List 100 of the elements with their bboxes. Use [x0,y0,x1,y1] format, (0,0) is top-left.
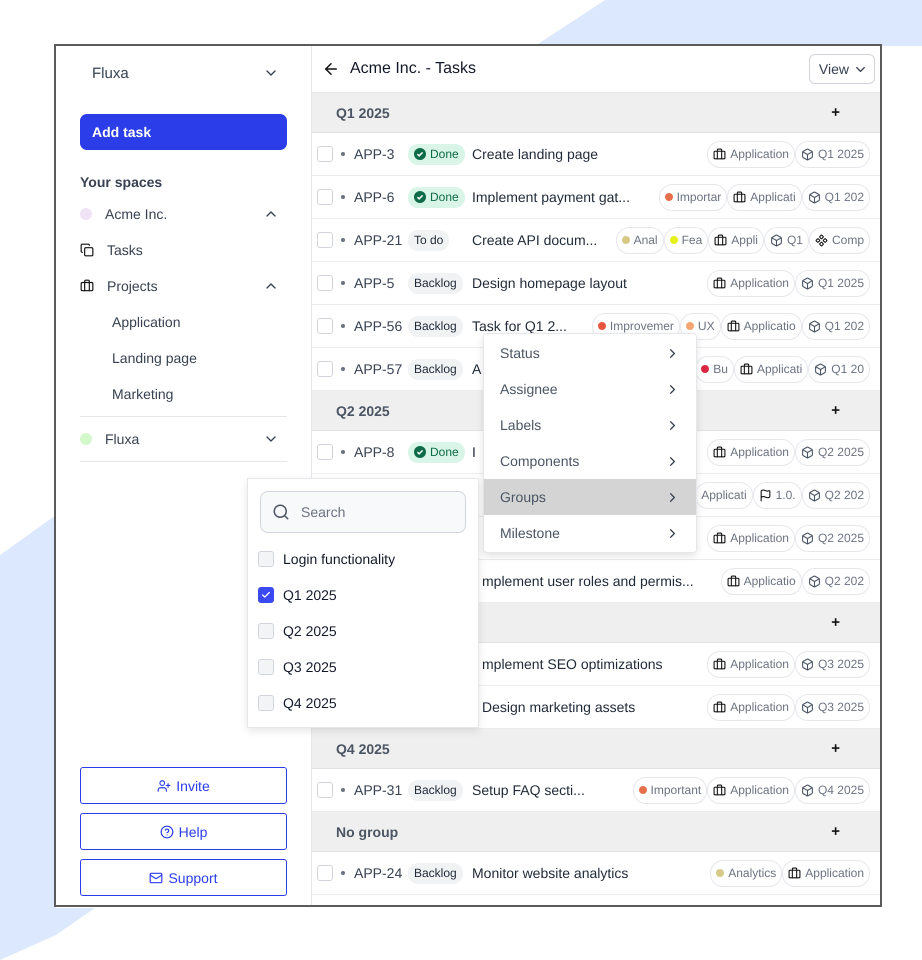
add-to-group-button[interactable]: + [827,823,844,840]
task-title[interactable]: Implement payment gat... [472,189,659,205]
support-button[interactable]: Support [80,859,287,896]
menu-item[interactable]: Assignee [484,371,696,407]
add-to-group-button[interactable]: + [827,740,844,757]
milestone-tag[interactable]: Q2 202 [802,568,870,594]
task-title[interactable]: Design homepage layout [472,275,708,291]
project-tag[interactable]: Application [707,694,795,720]
task-title[interactable]: Monitor website analytics [472,865,710,881]
menu-item[interactable]: Labels [484,407,696,443]
milestone-tag[interactable]: Q1 202 [802,312,870,340]
option-label[interactable]: Q1 2025 [283,587,337,603]
project-tag[interactable]: Application [707,650,795,678]
option-label[interactable]: Q4 2025 [283,695,337,711]
milestone-tag[interactable]: Q1 202 [802,184,870,210]
help-icon [160,824,174,838]
project-tag[interactable]: Appli [708,226,764,254]
row-checkbox[interactable] [317,189,333,205]
add-to-group-button[interactable]: + [827,402,844,419]
group-title: Q2 2025 [336,402,390,418]
bullet-icon [340,152,344,156]
milestone-tag[interactable]: Q3 2025 [794,650,870,678]
status-badge[interactable]: Done [408,186,465,208]
workspace-name[interactable]: Fluxa [92,64,129,82]
row-checkbox[interactable] [317,146,333,162]
menu-item[interactable]: Components [484,443,696,479]
option-label[interactable]: Q3 2025 [283,659,337,675]
milestone-tag[interactable]: Q3 2025 [794,694,870,720]
status-badge[interactable]: Backlog [408,316,463,336]
milestone-tag[interactable]: Q2 202 [802,482,870,508]
row-checkbox[interactable] [317,444,333,460]
row-checkbox[interactable] [317,782,333,798]
milestone-tag[interactable]: Q1 2025 [794,270,870,296]
status-badge[interactable]: Done [408,442,465,462]
project-tag[interactable]: Applicatio [720,568,802,594]
milestone-tag[interactable]: Q1 2025 [794,140,870,168]
row-checkbox[interactable] [317,318,333,334]
milestone-tag[interactable]: Q1 [764,226,809,254]
project-tag[interactable]: Application [707,438,795,466]
project-tag[interactable]: Applicati [734,356,808,382]
tag[interactable]: Applicati [695,482,753,508]
add-task-button[interactable]: Add task [80,114,287,150]
status-badge[interactable]: Backlog [408,862,463,884]
milestone-tag[interactable]: Q2 2025 [794,438,870,466]
status-badge[interactable]: To do [408,230,450,250]
sidebar-item[interactable]: Landing page [112,350,279,366]
option-label[interactable]: Q2 2025 [283,623,337,639]
invite-button[interactable]: Invite [80,767,287,804]
label-tag[interactable]: Importar [658,184,728,210]
project-tag[interactable]: Application [707,140,795,168]
label-tag[interactable]: Fea [664,226,708,254]
help-button[interactable]: Help [80,813,287,850]
task-title[interactable]: Create landing page [472,146,708,162]
menu-item[interactable]: Groups [484,479,696,515]
label-tag[interactable]: Analytics [710,860,782,886]
menu-item[interactable]: Milestone [484,515,696,551]
sidebar-item[interactable]: Fluxa [105,431,250,447]
status-badge[interactable]: Done [408,144,465,164]
project-tag[interactable]: Applicatio [720,312,802,340]
sidebar-item[interactable]: Tasks [107,242,279,258]
component-tag[interactable]: Comp [808,226,870,254]
option-label[interactable]: Login functionality [283,551,396,567]
search-field[interactable]: Search [260,491,466,533]
sidebar-item[interactable]: Acme Inc. [105,206,250,222]
status-badge[interactable]: Backlog [408,780,463,800]
milestone-tag[interactable]: Q1 20 [808,356,870,382]
row-checkbox[interactable] [317,275,333,291]
label-tag[interactable]: UX [680,312,721,340]
project-tag[interactable]: Application [707,776,795,804]
row-checkbox[interactable] [317,232,333,248]
group-title: Q4 2025 [336,740,390,756]
project-tag[interactable]: Application [782,860,870,886]
label-tag[interactable]: Anal [616,226,664,254]
project-tag[interactable]: Applicati [727,184,802,210]
view-button[interactable]: View [808,54,875,84]
row-checkbox[interactable] [317,865,333,881]
task-title[interactable]: Create API docum... [472,232,616,248]
task-title[interactable]: Task for Q1 2... [472,318,592,334]
task-title[interactable]: Setup FAQ secti... [472,782,633,798]
milestone-tag[interactable]: Q2 2025 [794,524,870,552]
add-to-group-button[interactable]: + [827,104,844,121]
status-badge[interactable]: Backlog [408,272,463,294]
task-id: APP-3 [354,146,396,162]
add-to-group-button[interactable]: + [827,614,844,631]
label-tag[interactable]: Important [632,776,708,804]
row-checkbox[interactable] [317,361,333,377]
label-tag[interactable]: Bu [695,356,734,382]
project-tag[interactable]: Application [707,270,795,296]
sidebar-item[interactable]: Marketing [112,386,279,402]
cube-icon [770,234,783,246]
milestone-tag[interactable]: Q4 2025 [794,776,870,804]
option-checkbox[interactable] [258,587,274,603]
version-tag[interactable]: 1.0. [752,482,802,508]
sidebar-item[interactable]: Application [112,314,279,330]
project-tag[interactable]: Application [707,524,795,552]
status-badge[interactable]: Backlog [408,358,463,380]
menu-item[interactable]: Status [484,335,696,371]
page-title: Acme Inc. - Tasks [350,60,477,78]
sidebar-item[interactable]: Projects [107,278,250,294]
search-icon [272,503,290,521]
